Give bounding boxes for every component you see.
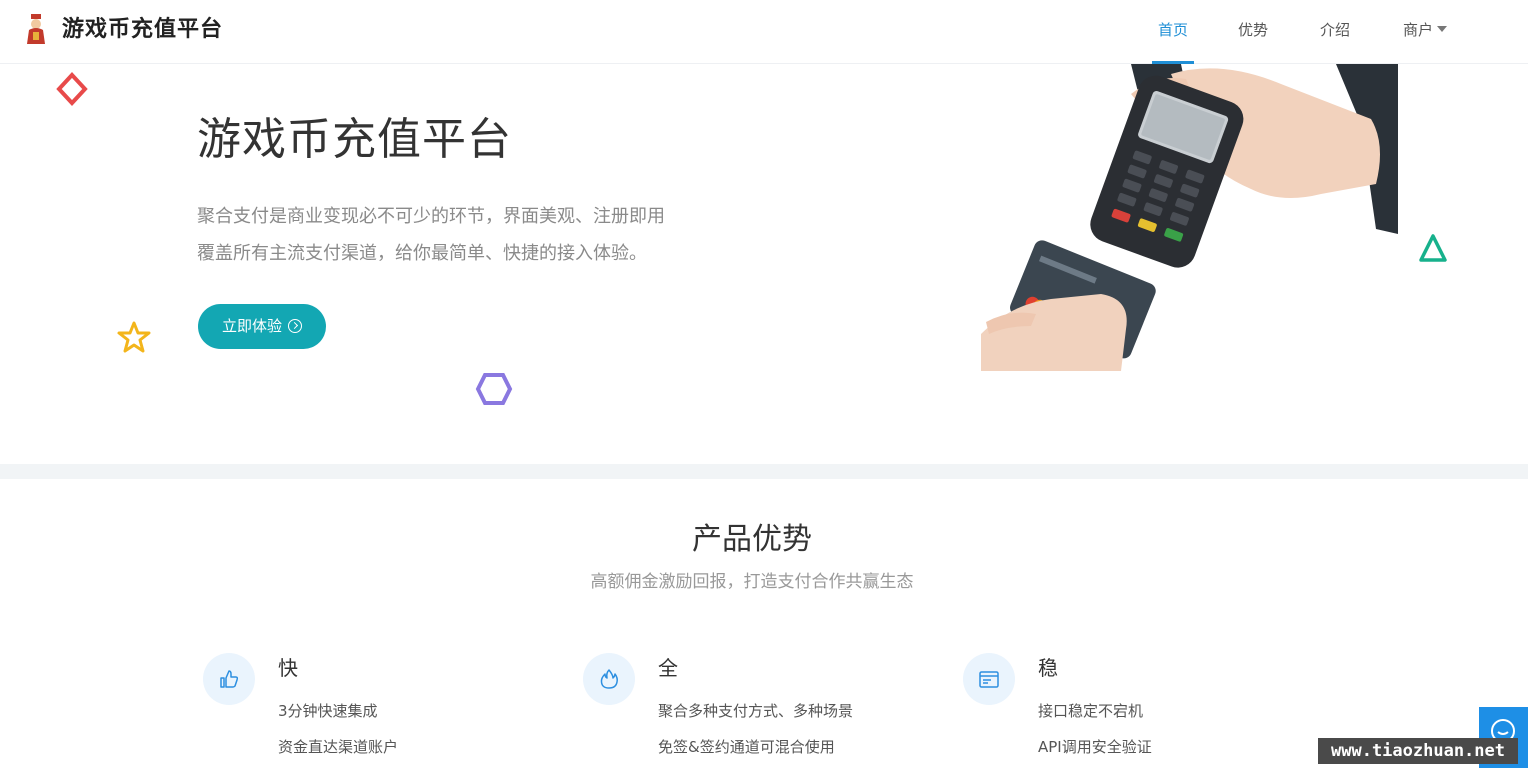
feature-fast-name: 快	[278, 656, 298, 680]
features-title: 产品优势	[692, 522, 812, 557]
top-navbar: 游戏币充值平台 首页 优势 介绍 商户	[0, 0, 1528, 64]
feature-stable-line: API调用安全验证	[1038, 738, 1152, 756]
features-subtitle: 高额佣金激励回报，打造支付合作共赢生态	[590, 572, 914, 592]
hero-description-line: 聚合支付是商业变现必不可少的环节，界面美观、注册即用	[197, 206, 665, 227]
arrow-circle-right-icon	[288, 319, 302, 333]
feature-stable-line: 接口稳定不宕机	[1038, 702, 1144, 720]
nav-advantages[interactable]: 优势	[1238, 0, 1268, 64]
feature-stable-icon-badge	[963, 653, 1015, 705]
diamond-shape-icon	[56, 72, 88, 106]
feature-full-icon-badge	[583, 653, 635, 705]
brand-name[interactable]: 游戏币充值平台	[62, 14, 223, 46]
star-shape-icon	[117, 321, 151, 353]
section-divider	[0, 464, 1528, 479]
nav-advantages-label: 优势	[1238, 21, 1269, 39]
watermark-text: www.tiaozhuan.net	[1318, 738, 1518, 764]
try-now-label: 立即体验	[221, 317, 282, 335]
browser-window-icon	[979, 671, 999, 688]
try-now-button[interactable]: 立即体验	[198, 304, 326, 349]
payment-terminal-image	[981, 64, 1398, 371]
nav-intro-label: 介绍	[1320, 21, 1351, 39]
hero-section: 游戏币充值平台 聚合支付是商业变现必不可少的环节，界面美观、注册即用 覆盖所有主…	[0, 64, 1528, 464]
nav-merchant[interactable]: 商户	[1403, 0, 1448, 64]
feature-fast-icon-badge	[203, 653, 255, 705]
hero-description: 聚合支付是商业变现必不可少的环节，界面美观、注册即用 覆盖所有主流支付渠道，给你…	[197, 198, 757, 272]
feature-full-line: 免签&签约通道可混合使用	[658, 738, 835, 756]
hexagon-shape-icon	[475, 373, 513, 405]
feature-full-line: 聚合多种支付方式、多种场景	[658, 702, 854, 720]
hero-title: 游戏币充值平台	[197, 114, 512, 165]
feature-stable-name: 稳	[1038, 656, 1058, 680]
flame-icon	[600, 669, 618, 689]
brand-logo-icon[interactable]	[24, 14, 48, 44]
feature-fast-line: 资金直达渠道账户	[278, 738, 399, 756]
nav-home[interactable]: 首页	[1152, 0, 1194, 64]
feature-full-name: 全	[658, 656, 678, 680]
chevron-down-icon	[1437, 26, 1448, 32]
triangle-shape-icon	[1419, 234, 1447, 262]
feature-fast-line: 3分钟快速集成	[278, 702, 378, 720]
thumbs-up-icon	[220, 670, 239, 688]
hero-description-line: 覆盖所有主流支付渠道，给你最简单、快捷的接入体验。	[197, 243, 647, 264]
nav-intro[interactable]: 介绍	[1320, 0, 1350, 64]
nav-home-label: 首页	[1157, 21, 1188, 39]
nav-merchant-label: 商户	[1403, 21, 1434, 39]
